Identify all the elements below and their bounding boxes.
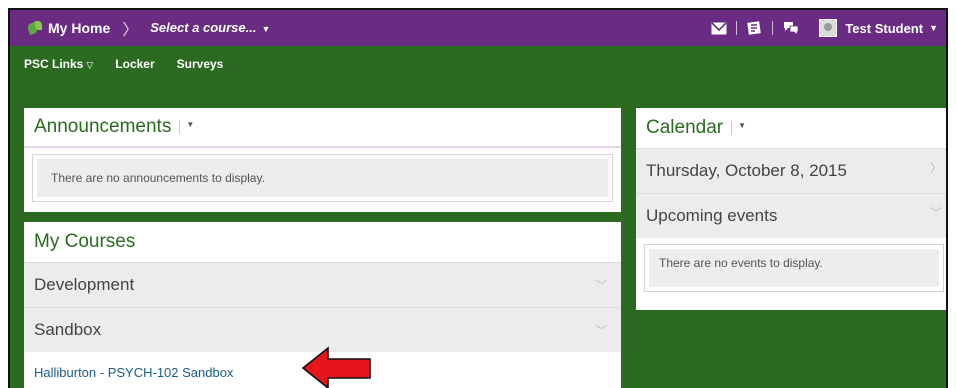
nav-item-surveys[interactable]: Surveys [177, 57, 224, 71]
course-group-label: Development [34, 275, 135, 294]
calendar-date: Thursday, October 8, 2015 [646, 161, 847, 180]
user-menu[interactable]: Test Student [845, 21, 923, 36]
topbar-actions: Test Student ▼ [710, 10, 946, 46]
divider [179, 120, 181, 134]
nav-item-label: PSC Links [24, 57, 84, 71]
empty-message-box: There are no announcements to display. [32, 154, 613, 202]
course-group-label: Sandbox [34, 320, 102, 339]
divider [736, 21, 738, 35]
avatar-icon[interactable] [819, 19, 838, 37]
announcements-widget: Announcements ▼ There are no announcemen… [24, 108, 621, 212]
triangle-down-icon: ▽ [86, 60, 94, 70]
red-arrow-annotation [301, 346, 371, 388]
chevron-down-icon: ▼ [261, 24, 271, 34]
app-frame: My Home 〉 Select a course... ▼ Test Stude… [8, 8, 948, 388]
upcoming-events-row[interactable]: Upcoming events ﹀ [636, 193, 946, 238]
chevron-down-icon: ﹀ [596, 325, 607, 337]
chevron-down-icon[interactable]: ▼ [929, 23, 938, 33]
calendar-date-row[interactable]: Thursday, October 8, 2015 〉 [636, 148, 946, 193]
calendar-widget: Calendar ▼ Thursday, October 8, 2015 〉 U… [636, 108, 946, 310]
my-home-link[interactable]: My Home [48, 20, 110, 36]
chevron-down-icon: ﹀ [596, 280, 607, 292]
widget-header: My Courses [24, 222, 621, 262]
course-group-development[interactable]: Development ﹀ [24, 262, 621, 307]
logo-icon[interactable] [26, 19, 44, 37]
course-selector-label: Select a course... [150, 20, 257, 35]
empty-message: There are no announcements to display. [37, 159, 608, 197]
divider [772, 21, 774, 35]
widget-header: Calendar ▼ [636, 108, 946, 148]
course-selector[interactable]: Select a course... ▼ [150, 19, 270, 37]
widget-title: My Courses [34, 231, 136, 252]
mail-icon[interactable] [710, 21, 727, 36]
empty-message: There are no events to display. [649, 249, 939, 287]
calendar-body: There are no events to display. [636, 244, 946, 304]
breadcrumb-separator: 〉 [122, 22, 139, 39]
empty-message-box: There are no events to display. [644, 244, 944, 292]
chat-icon[interactable] [782, 21, 799, 36]
update-icon[interactable] [746, 21, 763, 36]
widget-title: Calendar [646, 117, 724, 138]
widget-menu-caret-icon[interactable]: ▼ [738, 121, 746, 130]
nav-item-locker[interactable]: Locker [115, 57, 154, 71]
widget-menu-caret-icon[interactable]: ▼ [186, 120, 194, 129]
widget-title: Announcements [34, 116, 172, 137]
divider [731, 121, 733, 135]
upcoming-events-label: Upcoming events [646, 206, 778, 225]
widget-header: Announcements ▼ [24, 108, 621, 148]
nav-bar: PSC Links ▽ Locker Surveys [10, 46, 946, 82]
chevron-down-icon: ﹀ [929, 205, 942, 220]
top-bar: My Home 〉 Select a course... ▼ Test Stude… [10, 10, 946, 46]
chevron-right-icon: 〉 [929, 160, 942, 175]
nav-item-psc-links[interactable]: PSC Links ▽ [24, 57, 93, 71]
